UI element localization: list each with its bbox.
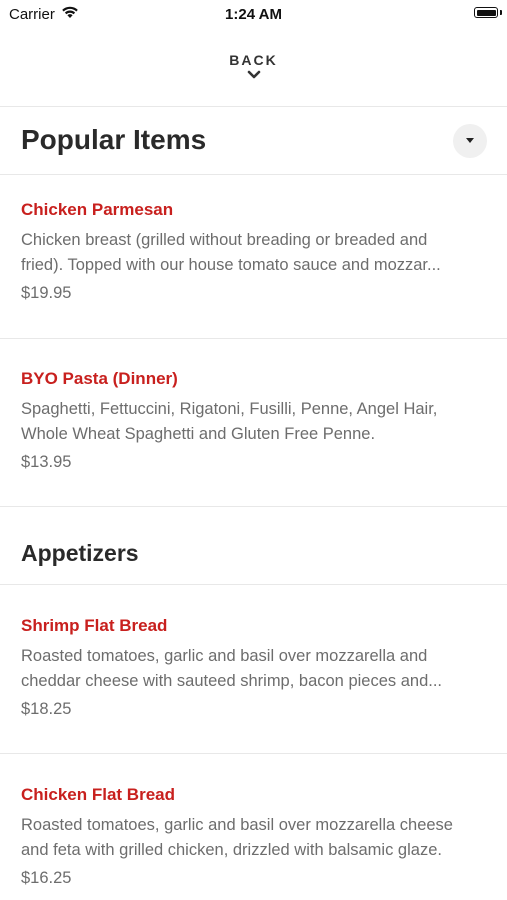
divider	[0, 106, 507, 107]
section-dropdown-button[interactable]	[453, 124, 487, 158]
item-description-line: Spaghetti, Fettuccini, Rigatoni, Fusilli…	[21, 400, 438, 418]
item-description: Chicken breast (grilled without breading…	[21, 228, 487, 278]
battery-cap	[500, 10, 502, 15]
item-name: Shrimp Flat Bread	[21, 616, 168, 635]
item-description: Roasted tomatoes, garlic and basil over …	[21, 644, 487, 694]
back-button[interactable]: BACK	[0, 52, 507, 79]
item-description: Spaghetti, Fettuccini, Rigatoni, Fusilli…	[21, 397, 487, 447]
item-description-line: fried). Topped with our house tomato sau…	[21, 256, 441, 274]
item-description: Roasted tomatoes, garlic and basil over …	[21, 813, 487, 863]
divider	[0, 584, 507, 585]
item-name: BYO Pasta (Dinner)	[21, 369, 178, 388]
battery-icon	[474, 7, 498, 18]
item-description-line: Roasted tomatoes, garlic and basil over …	[21, 816, 453, 834]
section-title-appetizers: Appetizers	[21, 540, 139, 566]
item-price: $18.25	[21, 700, 72, 718]
item-description-line: cheddar cheese with sauteed shrimp, baco…	[21, 672, 443, 690]
item-description-line: and feta with grilled chicken, drizzled …	[21, 841, 442, 859]
divider	[0, 753, 507, 754]
caret-down-icon	[466, 138, 474, 143]
clock: 1:24 AM	[225, 6, 282, 23]
item-description-line: Whole Wheat Spaghetti and Gluten Free Pe…	[21, 425, 376, 443]
back-label: BACK	[229, 52, 278, 68]
divider	[0, 174, 507, 175]
item-name: Chicken Flat Bread	[21, 785, 175, 804]
item-description-line: Chicken breast (grilled without breading…	[21, 231, 428, 249]
item-description-line: Roasted tomatoes, garlic and basil over …	[21, 647, 428, 665]
chevron-down-icon	[247, 70, 260, 79]
item-price: $19.95	[21, 284, 72, 302]
item-price: $16.25	[21, 869, 72, 887]
section-title-popular-items: Popular Items	[21, 124, 207, 155]
item-price: $13.95	[21, 453, 72, 471]
divider	[0, 506, 507, 507]
divider	[0, 338, 507, 339]
item-name: Chicken Parmesan	[21, 200, 174, 219]
status-bar: Carrier 1:24 AM	[0, 0, 507, 30]
